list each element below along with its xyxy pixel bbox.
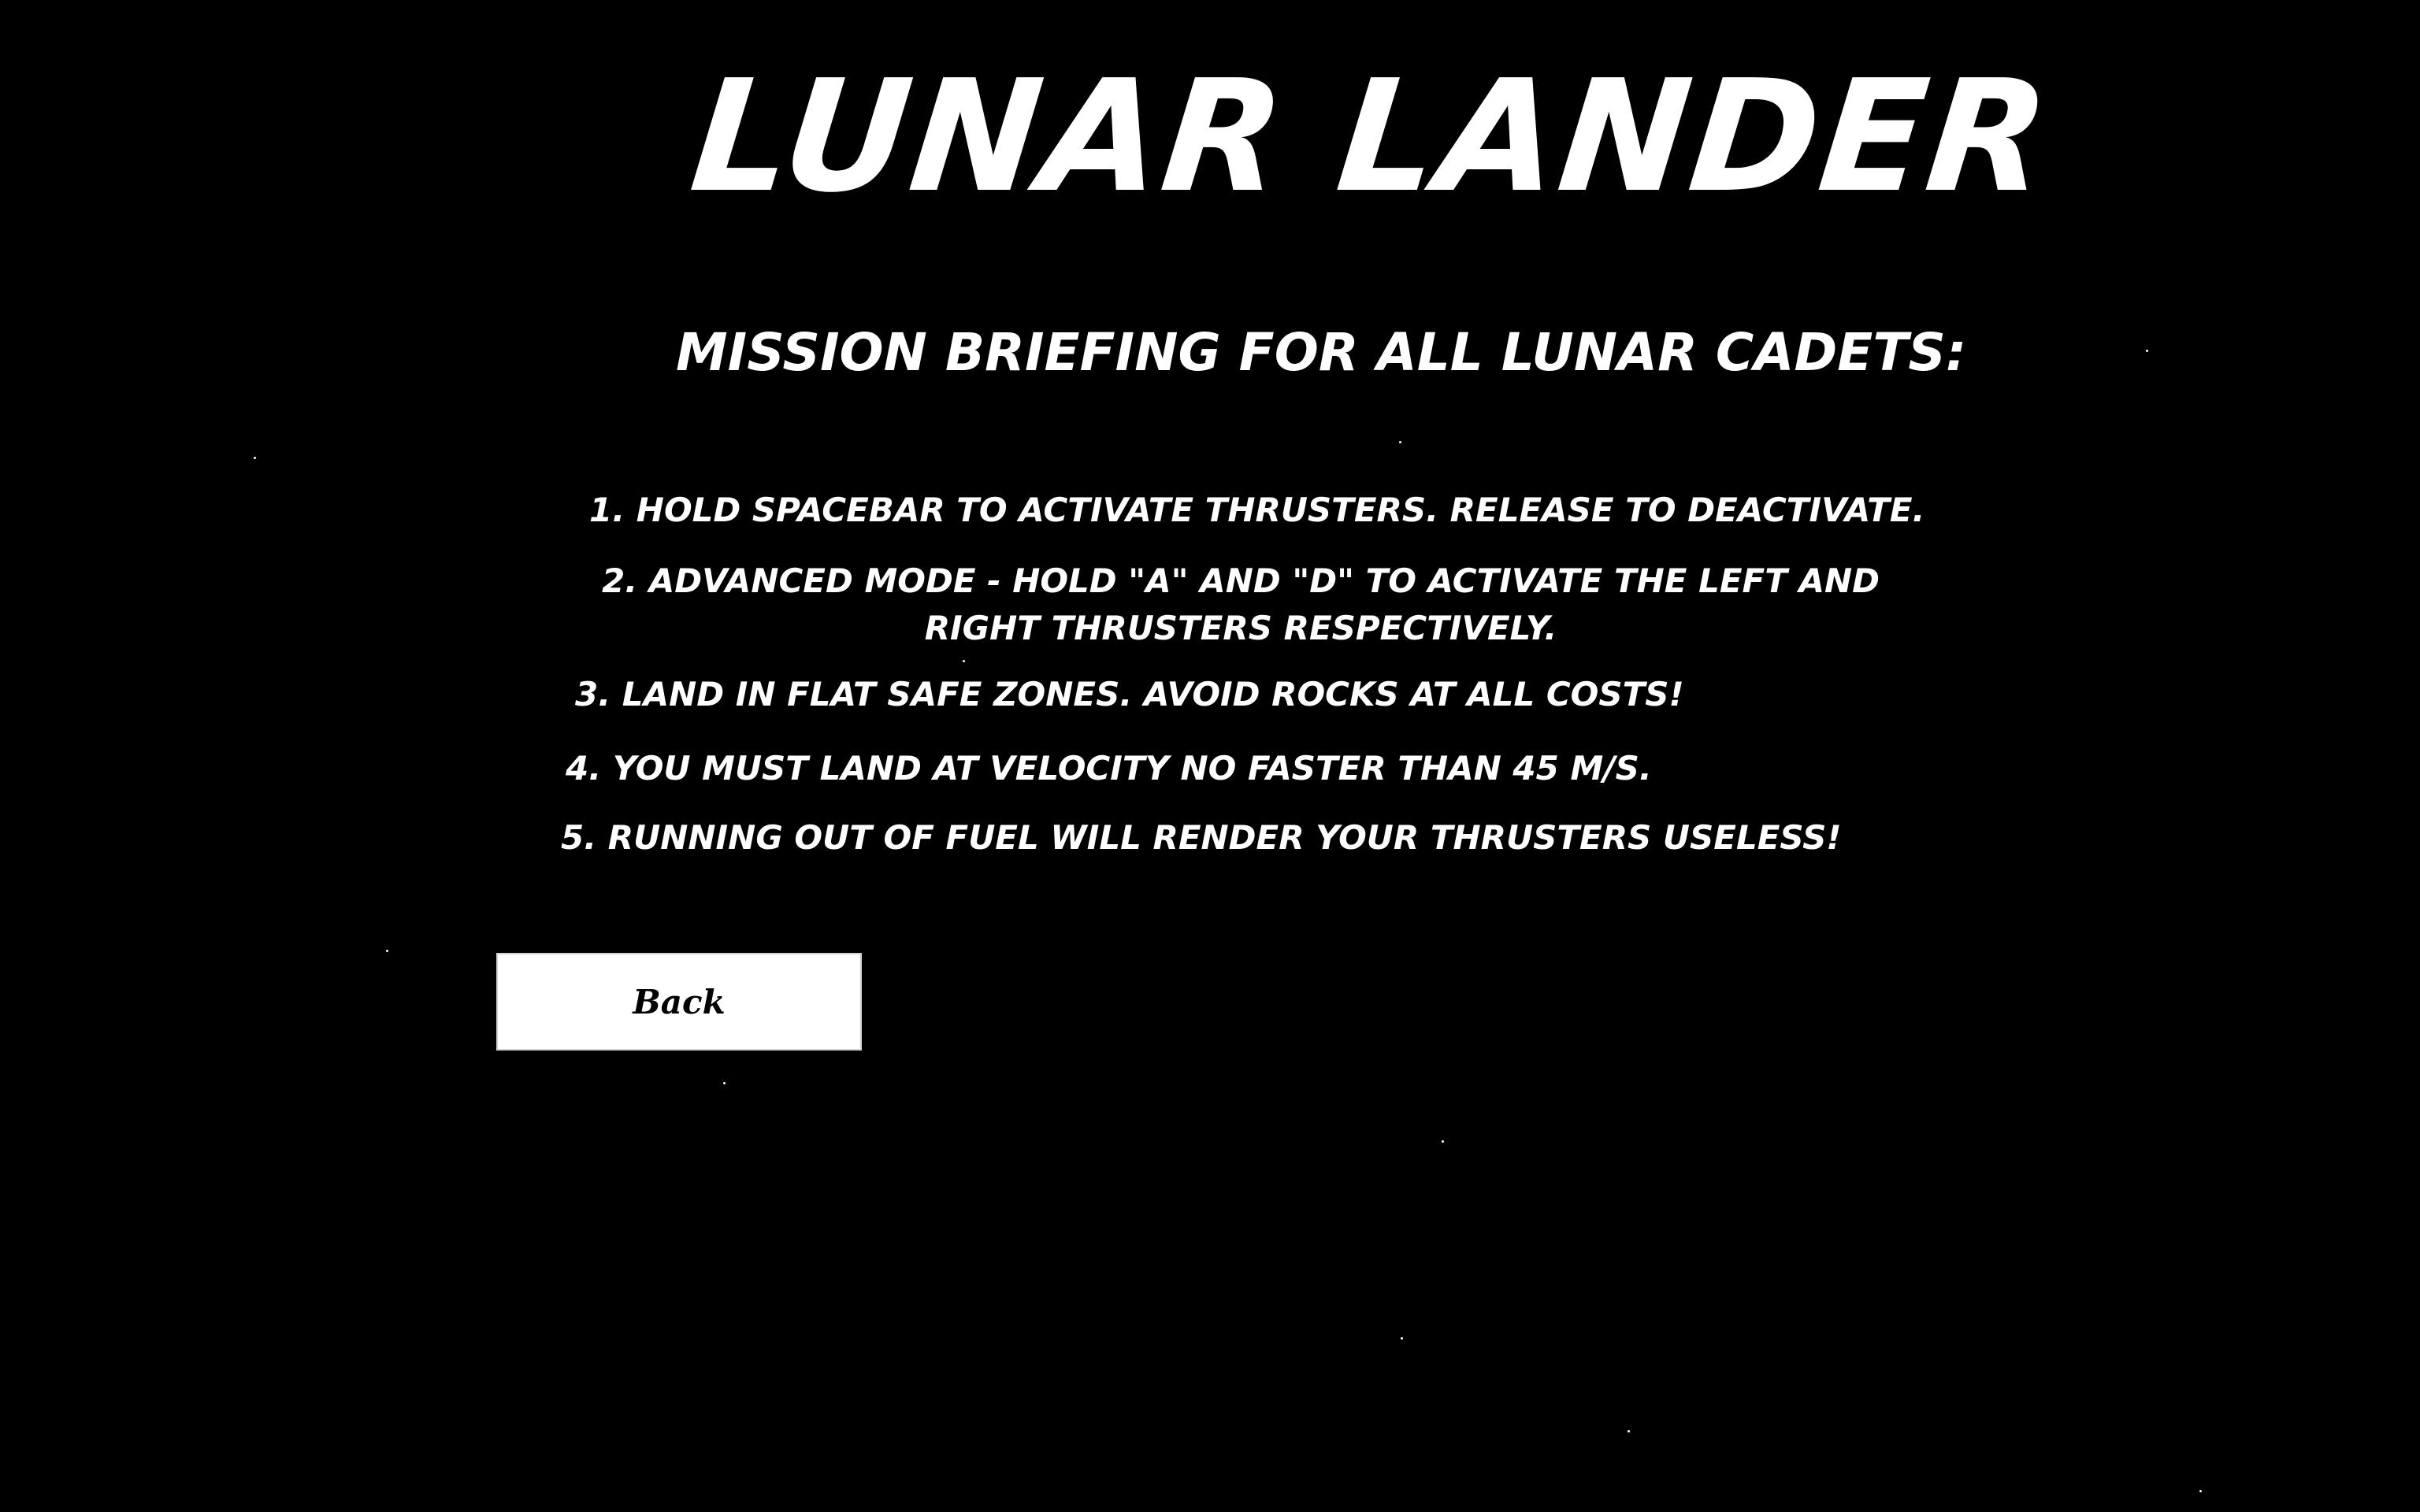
star <box>1442 1140 1444 1143</box>
rule-2: 2. ADVANCED MODE - HOLD "A" AND "D" TO A… <box>601 561 1880 647</box>
star <box>723 1082 726 1084</box>
game-screen: LUNAR LANDER MISSION BRIEFING FOR ALL LU… <box>0 0 2420 1512</box>
star <box>1399 441 1401 443</box>
star <box>386 950 388 952</box>
briefing-heading: MISSION BRIEFING FOR ALL LUNAR CADETS: <box>676 322 1967 383</box>
star <box>963 660 965 662</box>
star <box>2199 1490 2202 1492</box>
star <box>254 457 256 459</box>
back-button[interactable]: Back <box>496 953 862 1051</box>
rule-5: 5. RUNNING OUT OF FUEL WILL RENDER YOUR … <box>561 818 1842 857</box>
star <box>1628 1430 1630 1432</box>
back-button-label: Back <box>633 982 726 1021</box>
star <box>1401 1337 1403 1340</box>
rule-1: 1. HOLD SPACEBAR TO ACTIVATE THRUSTERS. … <box>589 491 1925 529</box>
game-title: LUNAR LANDER <box>684 47 2058 227</box>
rule-3: 3. LAND IN FLAT SAFE ZONES. AVOID ROCKS … <box>575 675 1684 713</box>
rule-4: 4. YOU MUST LAND AT VELOCITY NO FASTER T… <box>566 749 1652 788</box>
star <box>2146 350 2148 352</box>
